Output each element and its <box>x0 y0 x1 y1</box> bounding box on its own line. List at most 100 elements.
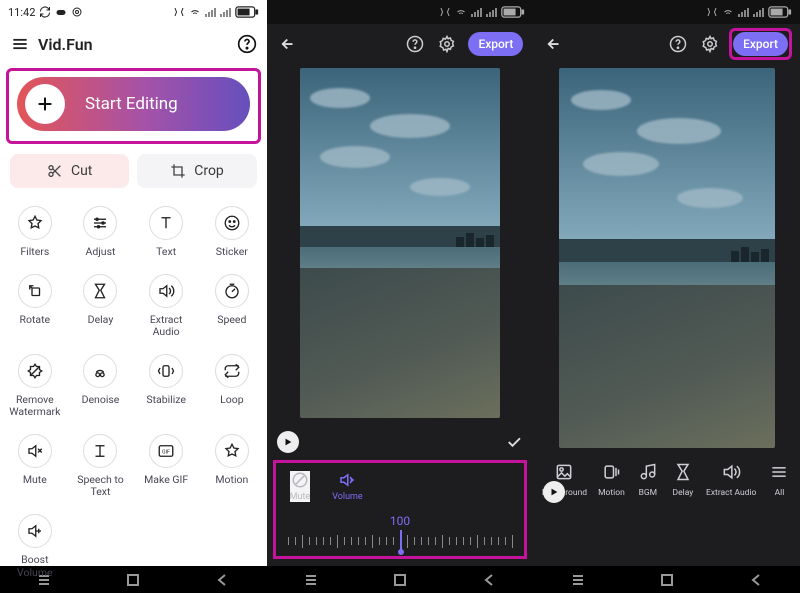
tool-speed[interactable]: Speed <box>199 270 265 346</box>
tool-filters[interactable]: Filters <box>2 202 68 266</box>
cut-button[interactable]: Cut <box>10 154 129 188</box>
wifi-icon <box>455 6 467 18</box>
battery-icon <box>768 6 792 18</box>
video-preview[interactable] <box>300 68 500 418</box>
play-button[interactable] <box>277 431 299 453</box>
volume-tab[interactable]: Volume <box>332 471 362 502</box>
tool-speech-to-text[interactable]: Speech to Text <box>68 430 134 506</box>
filters-icon <box>18 206 52 240</box>
crop-icon <box>170 163 186 179</box>
tool-label: Filters <box>20 246 49 258</box>
speech-to-text-icon <box>83 434 117 468</box>
tool-label: Remove Watermark <box>5 394 65 418</box>
battery-icon <box>235 6 259 18</box>
start-editing-label: Start Editing <box>85 94 178 114</box>
tool-label: Stabilize <box>146 394 186 406</box>
export-button[interactable]: Export <box>733 32 788 56</box>
back-button[interactable] <box>543 33 565 55</box>
arrow-left-icon <box>545 35 563 53</box>
denoise-icon <box>83 354 117 388</box>
menu-icon[interactable] <box>10 34 30 54</box>
gear-icon <box>438 35 456 53</box>
status-bar <box>267 0 534 24</box>
stabilize-icon <box>149 354 183 388</box>
arrow-left-icon <box>279 35 297 53</box>
wifi-icon <box>189 6 201 18</box>
tool-label: Motion <box>215 474 248 486</box>
back-icon[interactable] <box>482 573 496 587</box>
tool-text[interactable]: Text <box>133 202 199 266</box>
home-icon[interactable] <box>393 573 407 587</box>
tool-delay[interactable]: Delay <box>68 270 134 346</box>
tool-mute[interactable]: Mute <box>2 430 68 506</box>
tool-sticker[interactable]: Sticker <box>199 202 265 266</box>
help-icon <box>669 35 687 53</box>
slider-handle[interactable] <box>400 530 402 552</box>
help-button[interactable] <box>237 34 257 54</box>
help-button[interactable] <box>404 33 426 55</box>
rotate-icon <box>18 274 52 308</box>
tool-loop[interactable]: Loop <box>199 350 265 426</box>
tool-adjust[interactable]: Adjust <box>68 202 134 266</box>
tool-label: Loop <box>220 394 244 406</box>
status-time: 11:42 <box>8 6 35 19</box>
tool-make-gif[interactable]: GIF Make GIF <box>133 430 199 506</box>
vibrate-icon <box>439 6 451 18</box>
play-icon <box>283 437 293 447</box>
tool-label: Make GIF <box>144 474 188 486</box>
signal-icon <box>753 7 764 17</box>
mute-tab[interactable]: Mute <box>290 471 311 502</box>
video-preview[interactable] <box>559 68 775 448</box>
tool-label: Adjust <box>86 246 116 258</box>
plus-icon <box>25 84 65 124</box>
back-button[interactable] <box>277 33 299 55</box>
tool-denoise[interactable]: Denoise <box>68 350 134 426</box>
tool-remove-watermark[interactable]: Remove Watermark <box>2 350 68 426</box>
vibrate-icon <box>173 6 185 18</box>
volume-slider[interactable] <box>284 528 517 554</box>
tool-boost-volume[interactable]: Boost Volume <box>2 510 68 586</box>
wifi-icon <box>722 6 734 18</box>
status-bar <box>533 0 800 24</box>
signal-icon <box>205 7 216 17</box>
tool-label: Rotate <box>20 314 51 326</box>
text-icon <box>149 206 183 240</box>
volume-icon <box>338 471 356 489</box>
sticker-icon <box>215 206 249 240</box>
motion-icon <box>215 434 249 468</box>
tool-motion[interactable]: Motion <box>199 430 265 506</box>
check-icon[interactable] <box>505 433 523 451</box>
signal-icon <box>471 7 482 17</box>
start-editing-button[interactable]: Start Editing <box>17 77 250 131</box>
volume-value: 100 <box>284 514 517 528</box>
make-gif-icon: GIF <box>149 434 183 468</box>
tool-label: Sticker <box>216 246 248 258</box>
recents-icon[interactable] <box>570 572 586 588</box>
signal-icon <box>738 7 749 17</box>
back-icon[interactable] <box>749 573 763 587</box>
gamepad-icon <box>55 6 67 18</box>
delay-icon <box>83 274 117 308</box>
home-icon[interactable] <box>660 573 674 587</box>
tool-stabilize[interactable]: Stabilize <box>133 350 199 426</box>
export-button[interactable]: Export <box>468 32 523 56</box>
export-highlight: Export <box>729 28 792 60</box>
play-button[interactable] <box>543 481 565 503</box>
battery-icon <box>501 6 525 18</box>
help-icon <box>237 34 257 54</box>
target-icon <box>71 6 83 18</box>
adjust-icon <box>83 206 117 240</box>
tool-label: Speed <box>217 314 246 326</box>
recents-icon[interactable] <box>303 572 319 588</box>
tool-extract-audio[interactable]: Extract Audio <box>133 270 199 346</box>
signal-icon <box>220 7 231 17</box>
vibrate-icon <box>706 6 718 18</box>
help-button[interactable] <box>667 33 689 55</box>
crop-button[interactable]: Crop <box>137 154 256 188</box>
app-title: Vid.Fun <box>38 35 229 54</box>
settings-button[interactable] <box>699 33 721 55</box>
play-icon <box>549 487 559 497</box>
settings-button[interactable] <box>436 33 458 55</box>
tool-rotate[interactable]: Rotate <box>2 270 68 346</box>
tool-label: Denoise <box>82 394 120 406</box>
